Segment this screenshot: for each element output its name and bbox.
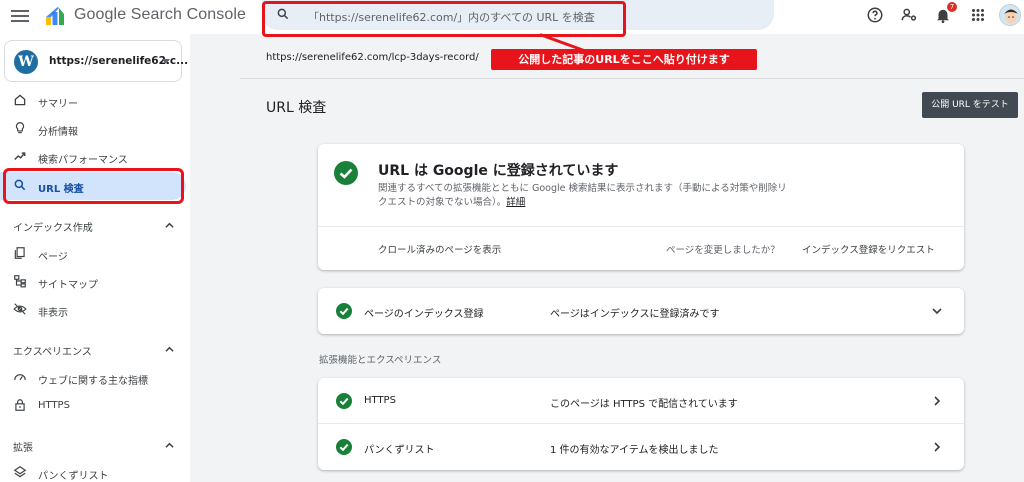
status-title: URL は Google に登録されています <box>378 163 619 179</box>
sidebar-item-removals[interactable]: 非表示 <box>0 296 186 324</box>
sidebar-item-sitemaps[interactable]: サイトマップ <box>0 268 186 296</box>
enhancement-breadcrumbs-label[interactable]: パンくずリスト <box>364 441 435 456</box>
sidebar-item-label: サイトマップ <box>38 280 98 291</box>
check-circle-icon <box>336 393 352 409</box>
sidebar-item-insights[interactable]: 分析情報 <box>0 115 186 143</box>
sidebar-item-breadcrumbs[interactable]: パンくずリスト <box>0 459 186 482</box>
page-changed-prompt: ページを変更しましたか？ <box>666 245 780 256</box>
speed-icon <box>14 374 26 381</box>
inspected-url: https://serenelife62.com/lcp-3days-recor… <box>266 52 479 63</box>
chevron-up-icon[interactable] <box>165 441 174 450</box>
sidebar-item-label: HTTPS <box>38 400 70 411</box>
app-title: Google Search Console <box>74 6 246 23</box>
row-label: ページのインデックス登録 <box>364 309 484 320</box>
sidebar-item-pages[interactable]: ページ <box>0 240 186 268</box>
layers-icon <box>13 466 27 478</box>
section-indexing[interactable]: インデックス作成 <box>13 219 93 234</box>
sidebar-item-label: パンくずリスト <box>38 471 109 482</box>
account-avatar[interactable] <box>999 4 1021 26</box>
sidebar-item-label: ウェブに関する主な指標 <box>38 376 148 387</box>
trending-up-icon <box>14 152 26 160</box>
wordpress-icon: W <box>14 50 38 74</box>
chevron-down-icon[interactable] <box>932 306 942 316</box>
notification-badge: 7 <box>947 2 957 12</box>
sidebar-item-label: ページ <box>38 252 68 263</box>
sidebar-item-label: 分析情報 <box>38 127 78 138</box>
status-description-text: 関連するすべての拡張機能とともに Google 検索結果に表示されます（手動によ… <box>378 183 787 208</box>
row-divider <box>318 423 964 424</box>
chevron-up-icon[interactable] <box>165 345 174 354</box>
enhancement-https-label[interactable]: HTTPS <box>364 395 396 406</box>
page-indexing-row[interactable]: ページのインデックス登録 ページはインデックスに登録済みです <box>318 288 964 334</box>
pages-icon <box>14 247 25 259</box>
property-selector[interactable]: W https://serenelife62.c... <box>4 40 188 82</box>
sidebar-item-https[interactable]: HTTPS <box>0 392 186 420</box>
help-icon[interactable] <box>866 6 884 24</box>
menu-icon[interactable] <box>11 7 29 25</box>
search-console-logo-icon <box>46 7 64 25</box>
apps-grid-icon[interactable] <box>969 6 987 24</box>
section-experience[interactable]: エクスペリエンス <box>13 343 92 358</box>
nav-highlight-box <box>3 168 184 204</box>
annotation-callout: 公開した記事のURLをここへ貼り付けます <box>491 49 757 70</box>
home-icon <box>14 94 26 106</box>
top-bar: Google Search Console 「https://serenelif… <box>0 0 1024 37</box>
sidebar-item-label: 非表示 <box>38 308 68 319</box>
chevron-right-icon[interactable] <box>932 396 942 406</box>
enhancement-https-value: このページは HTTPS で配信されています <box>550 399 738 410</box>
page-title: URL 検査 <box>266 100 327 116</box>
test-live-url-button[interactable]: 公開 URL をテスト <box>922 92 1018 118</box>
row-value: ページはインデックスに登録済みです <box>550 309 720 320</box>
enhancements-card: HTTPS このページは HTTPS で配信されています パンくずリスト 1 件… <box>318 378 964 470</box>
details-link[interactable]: 詳細 <box>506 197 525 208</box>
section-enhancements[interactable]: 拡張 <box>13 439 33 454</box>
manage-users-icon[interactable] <box>900 6 918 24</box>
dropdown-caret-icon <box>162 59 170 64</box>
sidebar-item-summary[interactable]: サマリー <box>0 87 186 115</box>
sidebar-item-label: サマリー <box>38 99 78 110</box>
request-indexing-link[interactable]: インデックス登録をリクエスト <box>802 242 935 256</box>
check-circle-icon <box>336 303 352 319</box>
chevron-right-icon[interactable] <box>932 442 942 452</box>
lock-icon <box>15 399 25 411</box>
view-crawled-page-link[interactable]: クロール済みのページを表示 <box>378 242 501 256</box>
enhancements-heading: 拡張機能とエクスペリエンス <box>319 355 442 366</box>
sidebar-item-core-web-vitals[interactable]: ウェブに関する主な指標 <box>0 364 186 392</box>
card-divider <box>318 226 964 227</box>
chevron-up-icon[interactable] <box>165 221 174 230</box>
enhancement-breadcrumbs-value: 1 件の有効なアイテムを検出しました <box>550 445 719 456</box>
eye-off-icon <box>13 303 27 315</box>
header-divider <box>240 78 1024 79</box>
check-circle-icon <box>334 161 358 185</box>
check-circle-icon <box>336 439 352 455</box>
status-description: 関連するすべての拡張機能とともに Google 検索結果に表示されます（手動によ… <box>378 182 788 210</box>
lightbulb-icon <box>15 122 25 134</box>
avatar-face-icon <box>1000 5 1020 25</box>
sitemap-icon <box>14 275 26 288</box>
sidebar-item-label: 検索パフォーマンス <box>38 155 128 166</box>
index-status-card: URL は Google に登録されています 関連するすべての拡張機能とともに … <box>318 144 964 270</box>
search-highlight-box <box>262 1 626 37</box>
sidebar-item-performance[interactable]: 検索パフォーマンス <box>0 143 186 171</box>
